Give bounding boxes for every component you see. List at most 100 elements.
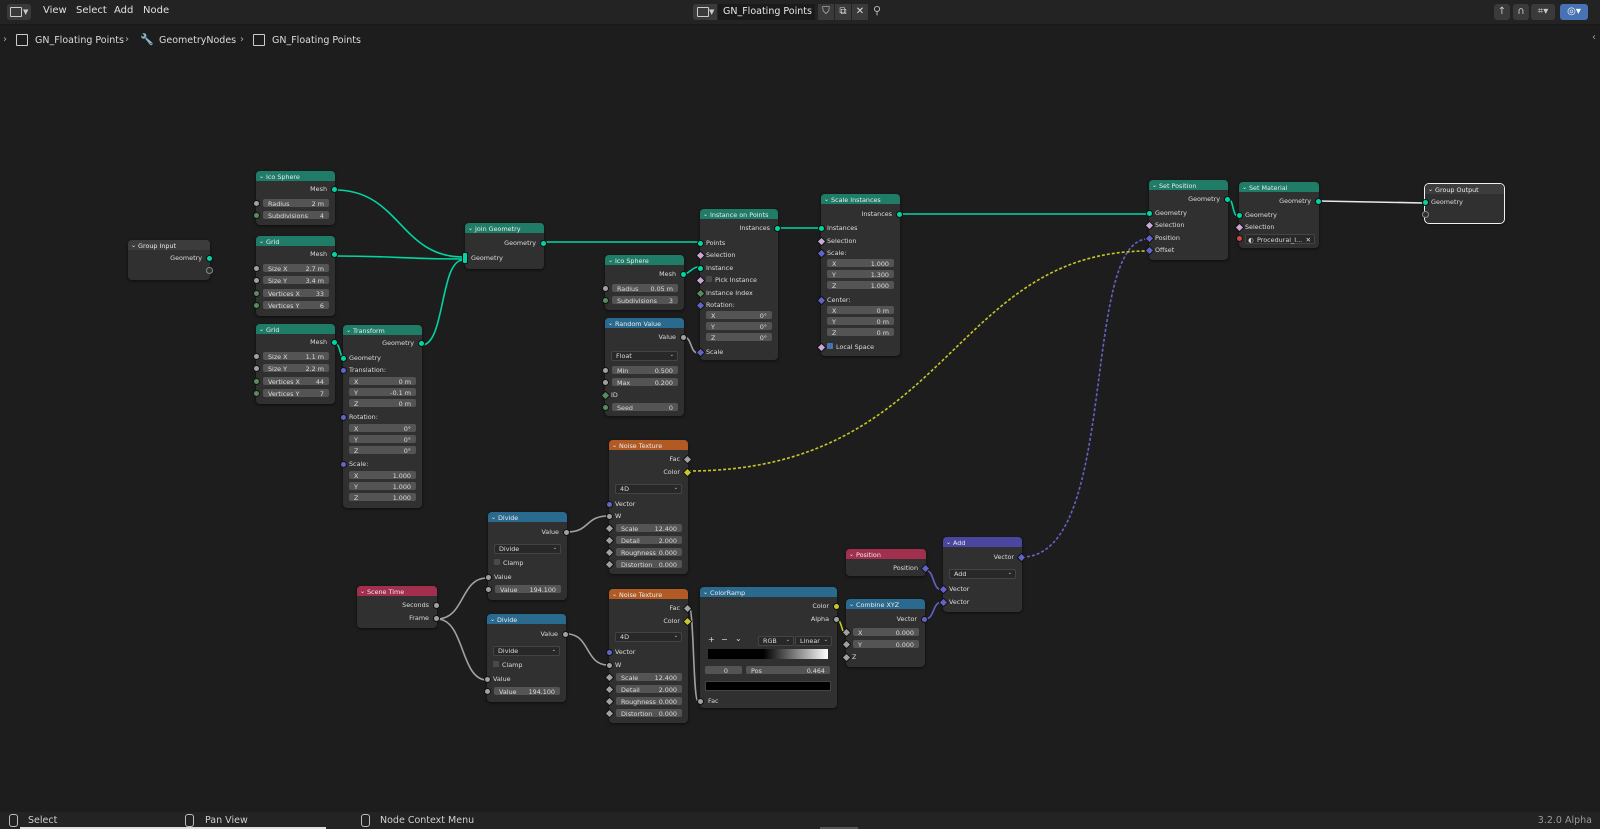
input-socket[interactable] [253,265,260,272]
node-tree-browse-button[interactable]: ▼ [693,4,717,20]
output-socket[interactable] [540,240,547,247]
output-socket[interactable] [680,271,687,278]
node-noise-texture[interactable]: ⌄ Noise Texture Fac Color 4D ⌄ Vector W Sc… [604,589,693,723]
input-socket[interactable] [602,297,609,304]
roughness-field[interactable]: Roughness 0.000 [616,697,682,706]
menu-select[interactable]: Select [76,5,107,16]
color-mode-dropdown[interactable]: RGB ⌄ [758,636,794,646]
input-socket[interactable] [1422,199,1429,206]
input-socket[interactable] [818,225,825,232]
size-y-field[interactable]: Size Y 3.4 m [263,276,329,285]
input-socket[interactable] [602,379,609,386]
input-socket[interactable] [253,290,260,297]
empty-socket[interactable] [1422,211,1429,218]
roughness-field[interactable]: Roughness 0.000 [616,548,682,557]
translation-z-field[interactable]: Z0 m [349,399,416,408]
remove-stop-button[interactable]: − [721,635,728,644]
input-socket[interactable] [253,277,260,284]
input-socket[interactable] [340,461,347,468]
empty-socket[interactable] [206,267,213,274]
value-field[interactable]: Value 194.100 [494,687,560,696]
input-socket[interactable] [602,367,609,374]
node-divide[interactable]: ⌄ Divide Value Divide ⌄ Clamp Value Value 1… [484,614,569,702]
add-stop-button[interactable]: + [708,635,715,644]
node-scale-instances[interactable]: ⌄ Scale Instances Instances Instances Sel… [816,194,903,356]
rotation-y-field[interactable]: Y 0° [706,322,772,331]
snap-magnet-icon[interactable]: ∩ [1513,4,1529,20]
ramp-specials-button[interactable]: ⌄ [735,634,742,643]
output-socket[interactable] [331,186,338,193]
clamp-checkbox[interactable] [494,559,500,565]
interpolation-dropdown[interactable]: Linear ⌄ [795,636,832,646]
radius-field[interactable]: Radius 2 m [263,199,329,208]
close-icon[interactable]: ✕ [852,4,868,20]
node-transform[interactable]: ⌄ Transform Geometry Geometry Translation… [340,325,425,508]
node-group-output[interactable]: ⌄ Group Output Geometry [1422,183,1505,224]
vertices-x-field[interactable]: Vertices X 33 [263,289,329,298]
node-divide[interactable]: ⌄ Divide Value Divide ⌄ Clamp Value Value 1… [485,512,570,600]
size-x-field[interactable]: Size X 1.1 m [263,352,329,361]
node-random-value[interactable]: ⌄ Random Value Value Float ⌄ Min 0.500 Max 0… [600,318,687,416]
scale-z-field[interactable]: Z 1.000 [827,281,894,290]
output-socket[interactable] [433,615,440,622]
node-ico-sphere[interactable]: ⌄ Ico Sphere Mesh Radius 2 m Subdivisions 4 [253,171,338,225]
rotation-y-field[interactable]: Y 0° [349,435,416,444]
input-socket[interactable] [602,404,609,411]
vertices-x-field[interactable]: Vertices X 44 [263,377,329,386]
node-instance-on-points[interactable]: ⌄ Instance on Points Instances Points Sel… [695,209,781,360]
input-socket[interactable] [340,367,347,374]
scale-x-field[interactable]: X 1.000 [349,471,416,480]
output-socket[interactable] [433,602,440,609]
fake-user-shield-icon[interactable]: ⛉ [818,4,834,20]
translation-x-field[interactable]: X0 m [349,377,416,386]
detail-field[interactable]: Detail 2.000 [616,685,682,694]
output-socket[interactable] [774,225,781,232]
node-combine-xyz[interactable]: ⌄ Combine XYZ Vector X 0.000 Y 0.000 Z [841,599,928,667]
pick-instance-checkbox[interactable] [706,276,712,282]
x-field[interactable]: X 0.000 [853,628,919,637]
node-join-geometry[interactable]: ⌄ Join Geometry Geometry Geometry [462,223,547,269]
pin-icon[interactable]: ⚲ [873,4,881,17]
subdivisions-field[interactable]: Subdivisions 4 [263,211,329,220]
vertices-y-field[interactable]: Vertices Y7 [263,389,329,398]
output-socket[interactable] [833,603,840,610]
y-field[interactable]: Y 0.000 [853,640,919,649]
output-socket[interactable] [1224,196,1231,203]
node-ico-sphere[interactable]: ⌄ Ico Sphere Mesh Radius 0.05 m Subdivisio… [602,255,687,310]
input-socket[interactable] [1236,212,1243,219]
scale-z-field[interactable]: Z 1.000 [349,493,416,502]
input-socket[interactable] [253,302,260,309]
node-vector-add[interactable]: ⌄ Add Vector Add ⌄ Vector Vector [938,537,1027,612]
input-socket[interactable] [1236,235,1243,242]
distortion-field[interactable]: Distortion 0.000 [616,560,682,569]
output-socket[interactable] [563,529,570,536]
node-group-input[interactable]: ⌄ Group Input Geometry [128,240,213,280]
translation-y-field[interactable]: Y -0.1 m [349,388,416,397]
scale-y-field[interactable]: Y 1.000 [349,482,416,491]
input-socket[interactable] [253,378,260,385]
node-grid[interactable]: ⌄ Grid Mesh Size X 1.1 m Size Y 2.2 m Verti… [253,324,338,404]
input-socket[interactable] [485,586,492,593]
stop-position-field[interactable]: Pos 0.464 [746,666,830,675]
material-field[interactable]: ◐ Procedural_I... ✕ [1245,234,1315,244]
color-ramp-gradient[interactable] [708,649,828,659]
input-socket[interactable] [602,285,609,292]
input-socket[interactable] [484,688,491,695]
input-socket[interactable] [606,501,613,508]
output-socket[interactable] [921,616,928,623]
min-field[interactable]: Min 0.500 [612,366,678,375]
input-socket[interactable] [484,676,491,683]
node-position[interactable]: ⌄ Position Position [846,549,931,576]
node-grid[interactable]: ⌄ Grid Mesh Size X 2.7 m Size Y 3.4 m Verti… [253,236,338,316]
distortion-field[interactable]: Distortion 0.000 [616,709,682,718]
input-socket[interactable] [697,265,704,272]
operation-dropdown[interactable]: Add ⌄ [949,569,1016,579]
output-socket[interactable] [331,339,338,346]
size-y-field[interactable]: Size Y 2.2 m [263,364,329,373]
operation-dropdown[interactable]: Divide ⌄ [494,544,561,554]
rotation-x-field[interactable]: X 0° [349,424,416,433]
stop-index-field[interactable]: 0 [705,666,742,675]
output-socket[interactable] [833,616,840,623]
center-z-field[interactable]: Z0 m [827,328,894,337]
rotation-x-field[interactable]: X 0° [706,311,772,320]
